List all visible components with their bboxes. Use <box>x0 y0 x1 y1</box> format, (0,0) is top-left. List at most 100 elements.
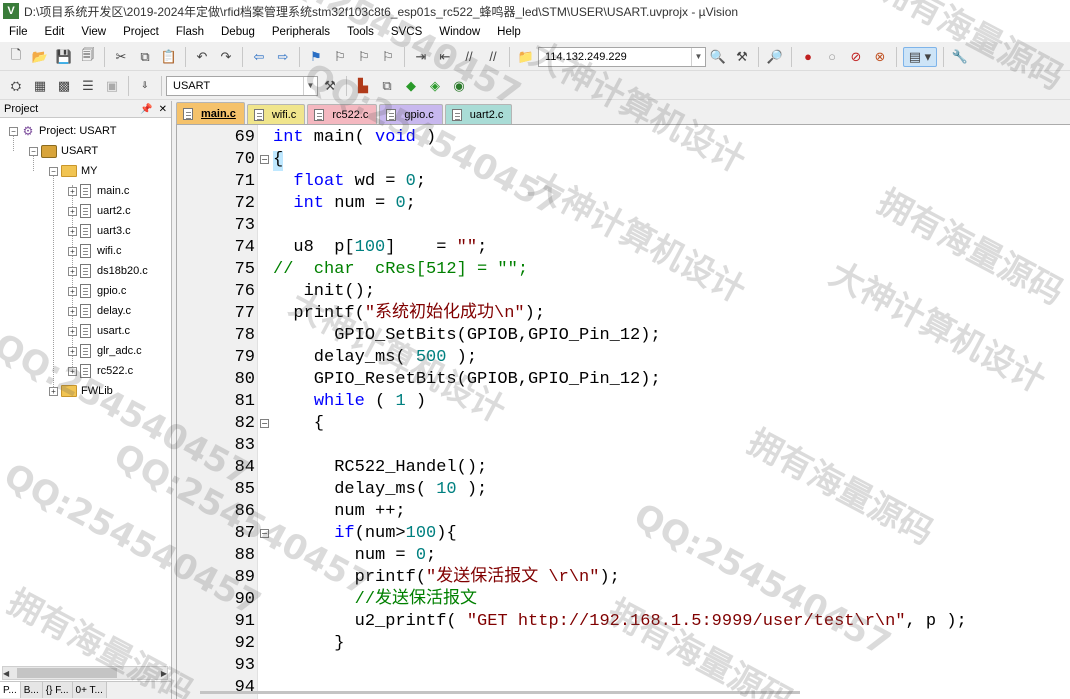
menu-file[interactable]: File <box>0 22 36 42</box>
menu-view[interactable]: View <box>72 22 114 42</box>
code-editor[interactable]: 69 int main( void ) 70−{71 float wd = 0; 72… <box>176 124 1070 699</box>
expand-icon[interactable]: + <box>68 266 77 276</box>
pin-icon[interactable]: 📌 <box>140 104 152 115</box>
manage-rte-icon[interactable]: ◉ <box>449 76 469 96</box>
redo-icon[interactable]: ↷ <box>216 47 236 67</box>
fold-collapse-icon[interactable]: − <box>260 419 269 428</box>
menu-debug[interactable]: Debug <box>212 22 263 42</box>
tree-file-delay-c[interactable]: + delay.c <box>68 301 131 321</box>
configure-icon[interactable]: 🔧 <box>950 47 970 67</box>
tree-file-glr_adc-c[interactable]: + glr_adc.c <box>68 341 142 361</box>
new-file-icon[interactable]: 🗋 <box>6 47 26 67</box>
unindent-icon[interactable]: ⇤ <box>435 47 455 67</box>
menu-project[interactable]: Project <box>114 22 167 42</box>
editor-tab-rc522-c[interactable]: rc522.c <box>307 104 378 124</box>
tree-file-uart2-c[interactable]: + uart2.c <box>68 201 131 221</box>
bookmark-next-icon[interactable]: ⚐ <box>354 47 374 67</box>
open-file-icon[interactable]: 📂 <box>30 47 50 67</box>
close-icon[interactable]: ✕ <box>159 104 167 115</box>
disable-breakpoints-icon[interactable]: ⊘ <box>846 47 866 67</box>
manage-components-icon[interactable]: ▙ <box>353 76 373 96</box>
chevron-down-icon[interactable]: ▼ <box>303 76 317 95</box>
panel-tab-3[interactable]: 0+ T... <box>72 682 107 698</box>
panel-tab-2[interactable]: {} F... <box>42 682 73 698</box>
copy-icon[interactable]: ⧉ <box>135 47 155 67</box>
tree-file-gpio-c[interactable]: + gpio.c <box>68 281 126 301</box>
menu-flash[interactable]: Flash <box>167 22 212 42</box>
pack-installer-icon[interactable]: ◈ <box>425 76 445 96</box>
tree-target[interactable]: − USART <box>29 141 98 161</box>
find-combo[interactable]: 114.132.249.229 ▼ <box>538 46 706 67</box>
expand-icon[interactable]: + <box>68 346 77 356</box>
cut-icon[interactable]: ✂ <box>111 47 131 67</box>
batch-build-icon[interactable]: ☰ <box>78 76 98 96</box>
indent-icon[interactable]: ⇥ <box>411 47 431 67</box>
file-extensions-icon[interactable]: ⧉ <box>377 76 397 96</box>
expand-icon[interactable]: + <box>68 206 77 216</box>
editor-tab-uart2-c[interactable]: uart2.c <box>444 104 513 124</box>
stop-build-icon[interactable]: ▣ <box>102 76 122 96</box>
editor-tab-main-c[interactable]: main.c <box>176 102 245 124</box>
save-icon[interactable]: 💾 <box>54 47 74 67</box>
bookmark-prev-icon[interactable]: ⚐ <box>330 47 350 67</box>
kill-breakpoints-icon[interactable]: ⊗ <box>870 47 890 67</box>
expand-icon[interactable]: + <box>68 186 77 196</box>
expand-icon[interactable]: + <box>68 286 77 296</box>
save-all-icon[interactable]: 🗐 <box>78 47 98 67</box>
collapse-icon[interactable]: − <box>9 126 18 136</box>
scroll-left-icon[interactable]: ◀ <box>3 669 9 678</box>
nav-forward-icon[interactable]: ⇨ <box>273 47 293 67</box>
tree-file-main-c[interactable]: + main.c <box>68 181 129 201</box>
expand-icon[interactable]: + <box>68 326 77 336</box>
tree-project-root[interactable]: − ⚙ Project: USART <box>9 121 116 141</box>
bookmark-clear-icon[interactable]: ⚐ <box>378 47 398 67</box>
download-icon[interactable]: ⇩ <box>135 76 155 96</box>
tree-file-wifi-c[interactable]: + wifi.c <box>68 241 121 261</box>
uncomment-icon[interactable]: // <box>483 47 503 67</box>
target-select[interactable]: USART ▼ <box>166 75 318 96</box>
tree-file-usart-c[interactable]: + usart.c <box>68 321 130 341</box>
bookmark-toggle-icon[interactable]: ⚑ <box>306 47 326 67</box>
tree-file-ds18b20-c[interactable]: + ds18b20.c <box>68 261 148 281</box>
menu-edit[interactable]: Edit <box>36 22 73 42</box>
build-icon[interactable]: ▦ <box>30 76 50 96</box>
scrollbar-thumb[interactable] <box>17 668 117 678</box>
window-layout-icon[interactable]: ▤ ▾ <box>903 46 937 67</box>
expand-icon[interactable]: + <box>68 366 77 376</box>
select-packs-icon[interactable]: ◆ <box>401 76 421 96</box>
expand-icon[interactable]: + <box>68 246 77 256</box>
panel-tab-1[interactable]: B... <box>20 682 43 698</box>
editor-horizontal-scrollbar[interactable] <box>200 691 800 694</box>
start-debug-icon[interactable]: 🔎 <box>765 47 785 67</box>
insert-breakpoint-icon[interactable]: ● <box>798 47 818 67</box>
tree-group-my[interactable]: − MY <box>49 161 98 181</box>
scroll-right-icon[interactable]: ▶ <box>161 669 167 678</box>
rebuild-icon[interactable]: ▩ <box>54 76 74 96</box>
expand-icon[interactable]: + <box>68 226 77 236</box>
menu-help[interactable]: Help <box>488 22 529 42</box>
menu-tools[interactable]: Tools <box>338 22 382 42</box>
find-in-files-icon[interactable]: 📁 <box>516 47 536 67</box>
menu-peripherals[interactable]: Peripherals <box>263 22 338 42</box>
project-horizontal-scrollbar[interactable]: ◀ ▶ <box>2 666 168 680</box>
fold-collapse-icon[interactable]: − <box>260 529 269 538</box>
tree-file-rc522-c[interactable]: + rc522.c <box>68 361 133 381</box>
collapse-icon[interactable]: − <box>29 146 38 156</box>
panel-tab-0[interactable]: P... <box>0 682 21 698</box>
expand-icon[interactable]: + <box>49 386 58 396</box>
collapse-icon[interactable]: − <box>49 166 58 176</box>
undo-icon[interactable]: ↶ <box>192 47 212 67</box>
chevron-down-icon[interactable]: ▼ <box>691 47 705 66</box>
editor-tab-gpio-c[interactable]: gpio.c <box>379 104 443 124</box>
menu-window[interactable]: Window <box>430 22 488 42</box>
menu-svcs[interactable]: SVCS <box>382 22 430 42</box>
incremental-find-icon[interactable]: ⚒ <box>732 47 752 67</box>
tree-file-uart3-c[interactable]: + uart3.c <box>68 221 131 241</box>
nav-back-icon[interactable]: ⇦ <box>249 47 269 67</box>
fold-collapse-icon[interactable]: − <box>260 155 269 164</box>
find-icon[interactable]: 🔍 <box>708 47 728 67</box>
translate-icon[interactable]: ⛭ <box>6 76 26 96</box>
expand-icon[interactable]: + <box>68 306 77 316</box>
enable-breakpoint-icon[interactable]: ○ <box>822 47 842 67</box>
target-options-icon[interactable]: ⚒ <box>320 76 340 96</box>
